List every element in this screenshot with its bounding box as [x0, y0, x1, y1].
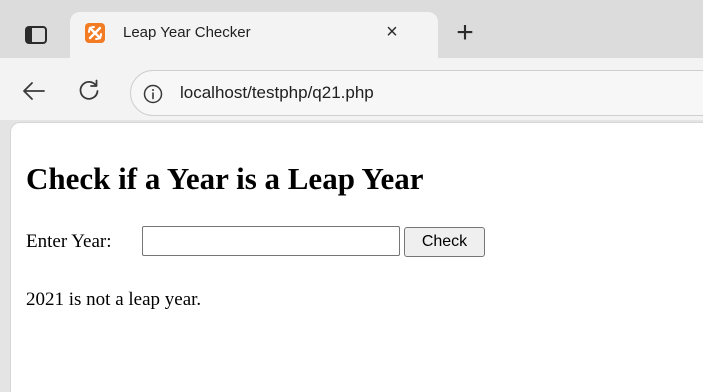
reload-icon[interactable]: [76, 78, 102, 104]
url-text: localhost/testphp/q21.php: [180, 83, 374, 102]
year-input[interactable]: [142, 226, 400, 256]
new-tab-icon[interactable]: +: [452, 18, 478, 48]
site-info-icon[interactable]: [142, 83, 164, 105]
close-tab-icon[interactable]: ×: [382, 22, 402, 42]
address-bar[interactable]: localhost/testphp/q21.php: [130, 70, 703, 116]
back-arrow-icon[interactable]: [22, 81, 46, 101]
tab-strip: Leap Year Checker × +: [0, 0, 703, 60]
year-label: Enter Year:: [26, 231, 112, 252]
tab-actions-icon[interactable]: [25, 26, 47, 44]
result-message: 2021 is not a leap year.: [26, 289, 202, 310]
xampp-icon: [85, 23, 105, 43]
browser-toolbar: localhost/testphp/q21.php: [0, 58, 703, 120]
active-tab[interactable]: Leap Year Checker ×: [70, 12, 438, 60]
page-content: Check if a Year is a Leap Year Enter Yea…: [10, 122, 703, 392]
tab-title: Leap Year Checker: [123, 24, 251, 41]
page-title: Check if a Year is a Leap Year: [26, 161, 424, 196]
check-button[interactable]: Check: [404, 227, 485, 257]
